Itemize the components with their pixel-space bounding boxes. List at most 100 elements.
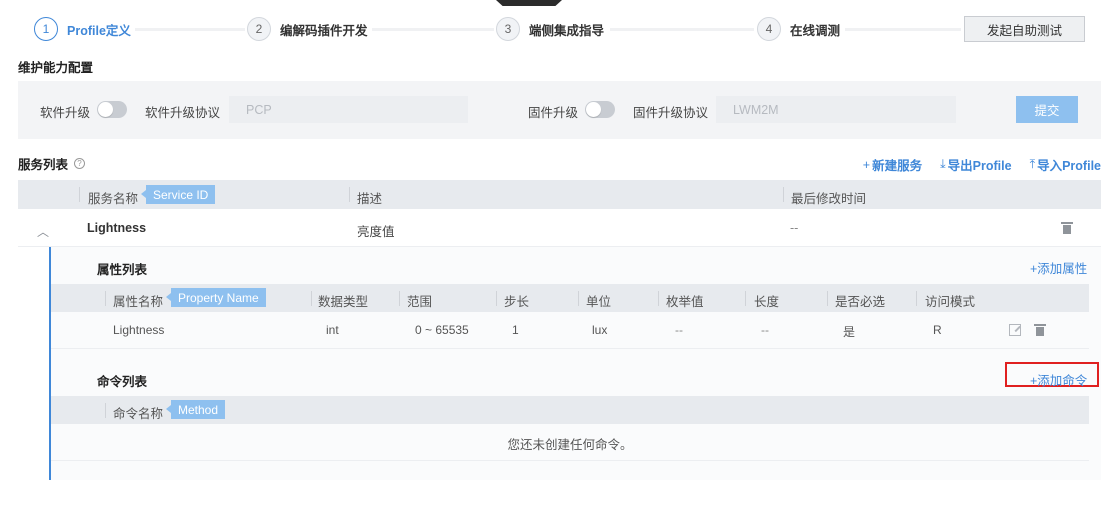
service-table-header: 服务名称 Service ID 描述 最后修改时间 <box>18 180 1101 209</box>
submit-button[interactable]: 提交 <box>1016 96 1078 123</box>
col-last-modified: 最后修改时间 <box>791 192 867 206</box>
chevron-up-icon[interactable]: ︿ <box>37 223 49 240</box>
delete-service-icon[interactable] <box>1061 222 1073 234</box>
property-step: 1 <box>512 323 519 337</box>
column-divider <box>79 187 80 202</box>
col-range: 范围 <box>407 295 433 309</box>
step-device-integration[interactable]: 3 端侧集成指导 <box>496 16 604 42</box>
step-label: 编解码插件开发 <box>280 23 368 38</box>
maintenance-title: 维护能力配置 <box>18 61 94 75</box>
command-table-header: 命令名称 Method <box>51 396 1089 424</box>
column-divider <box>496 291 497 306</box>
step-codec-plugin[interactable]: 2 编解码插件开发 <box>247 16 368 42</box>
service-row[interactable]: ︿ Lightness 亮度值 -- <box>18 209 1101 247</box>
step-connector <box>135 28 245 31</box>
software-protocol-label: 软件升级协议 <box>145 106 221 120</box>
trash-lid <box>1034 324 1046 326</box>
step-number: 3 <box>496 17 520 41</box>
software-upgrade-label: 软件升级 <box>40 106 91 120</box>
new-service-link[interactable]: + 新建服务 <box>863 155 922 174</box>
step-connector <box>610 28 754 31</box>
import-profile-link[interactable]: ⤒ 导入Profile <box>1030 155 1101 174</box>
export-profile-label: 导出Profile <box>947 159 1012 173</box>
col-unit: 单位 <box>586 295 612 309</box>
add-command-link[interactable]: +添加命令 <box>1030 370 1087 389</box>
step-online-debug[interactable]: 4 在线调测 <box>757 16 840 42</box>
property-access: R <box>933 323 942 337</box>
col-data-type: 数据类型 <box>318 295 369 309</box>
column-divider <box>827 291 828 306</box>
top-notch <box>496 0 562 6</box>
service-description: 亮度值 <box>357 225 395 239</box>
step-number: 2 <box>247 17 271 41</box>
delete-property-icon[interactable] <box>1034 324 1046 336</box>
firmware-upgrade-label: 固件升级 <box>528 106 579 120</box>
plus-icon: + <box>862 157 871 172</box>
step-number: 1 <box>34 17 58 41</box>
col-length: 长度 <box>754 295 780 309</box>
firmware-protocol-label: 固件升级协议 <box>633 106 709 120</box>
firmware-upgrade-toggle[interactable] <box>585 101 615 118</box>
step-connector <box>372 28 494 31</box>
property-row[interactable]: Lightness int 0 ~ 65535 1 lux -- -- 是 R <box>51 312 1089 349</box>
column-divider <box>658 291 659 306</box>
column-divider <box>105 403 106 418</box>
method-tag: Method <box>165 400 226 419</box>
property-name-tag: Property Name <box>166 288 266 307</box>
step-label: 端侧集成指导 <box>529 23 605 38</box>
column-divider <box>578 291 579 306</box>
col-enum: 枚举值 <box>666 295 704 309</box>
step-connector <box>845 28 961 31</box>
column-divider <box>311 291 312 306</box>
trash-body <box>1063 225 1071 234</box>
step-label: Profile定义 <box>67 23 131 38</box>
col-access-mode: 访问模式 <box>925 295 976 309</box>
help-icon[interactable]: ? <box>74 158 86 169</box>
property-type: int <box>326 323 339 337</box>
add-property-link[interactable]: +添加属性 <box>1030 258 1087 277</box>
property-required: 是 <box>843 325 856 339</box>
service-id-tag: Service ID <box>140 185 216 204</box>
firmware-protocol-field[interactable]: LWM2M <box>716 96 956 123</box>
step-profile-definition[interactable]: 1 Profile定义 <box>34 16 131 42</box>
download-icon: ⤓ <box>940 157 946 171</box>
col-required: 是否必选 <box>835 295 886 309</box>
software-upgrade-toggle[interactable] <box>97 101 127 118</box>
step-label: 在线调测 <box>790 23 841 38</box>
service-list-title: 服务列表 <box>18 158 69 172</box>
col-service-name: 服务名称 <box>88 192 139 206</box>
col-description: 描述 <box>357 192 383 206</box>
service-modified: -- <box>790 221 799 235</box>
property-enum: -- <box>675 323 683 337</box>
property-table-header: 属性名称 Property Name 数据类型 范围 步长 单位 枚举值 长度 … <box>51 284 1089 312</box>
wizard-stepper: 1 Profile定义 2 编解码插件开发 3 端侧集成指导 4 在线调测 发起… <box>0 0 1112 56</box>
property-name: Lightness <box>113 323 165 337</box>
column-divider <box>399 291 400 306</box>
edit-icon[interactable] <box>1009 324 1021 336</box>
col-step: 步长 <box>504 295 530 309</box>
new-service-label: 新建服务 <box>872 159 923 173</box>
maintenance-config-bar: 软件升级 软件升级协议 PCP 固件升级 固件升级协议 LWM2M 提交 <box>18 81 1101 139</box>
property-list-title: 属性列表 <box>97 263 148 277</box>
column-divider <box>783 187 784 202</box>
step-number: 4 <box>757 17 781 41</box>
toggle-knob <box>98 102 113 117</box>
toggle-knob <box>586 102 601 117</box>
service-name: Lightness <box>87 221 147 235</box>
column-divider <box>349 187 350 202</box>
command-list-title: 命令列表 <box>97 375 148 389</box>
start-self-test-button[interactable]: 发起自助测试 <box>964 16 1085 42</box>
service-list-header: 服务列表 ? <box>18 154 86 173</box>
trash-lid <box>1061 222 1073 224</box>
trash-body <box>1036 327 1044 336</box>
property-unit: lux <box>592 323 608 337</box>
col-property-name: 属性名称 <box>113 295 164 309</box>
property-length: -- <box>761 323 769 337</box>
software-protocol-field[interactable]: PCP <box>229 96 468 123</box>
column-divider <box>745 291 746 306</box>
col-command-name: 命令名称 <box>113 407 164 421</box>
export-profile-link[interactable]: ⤓ 导出Profile <box>940 155 1011 174</box>
service-actions: + 新建服务 ⤓ 导出Profile ⤒ 导入Profile <box>863 155 1101 174</box>
column-divider <box>916 291 917 306</box>
column-divider <box>105 291 106 306</box>
